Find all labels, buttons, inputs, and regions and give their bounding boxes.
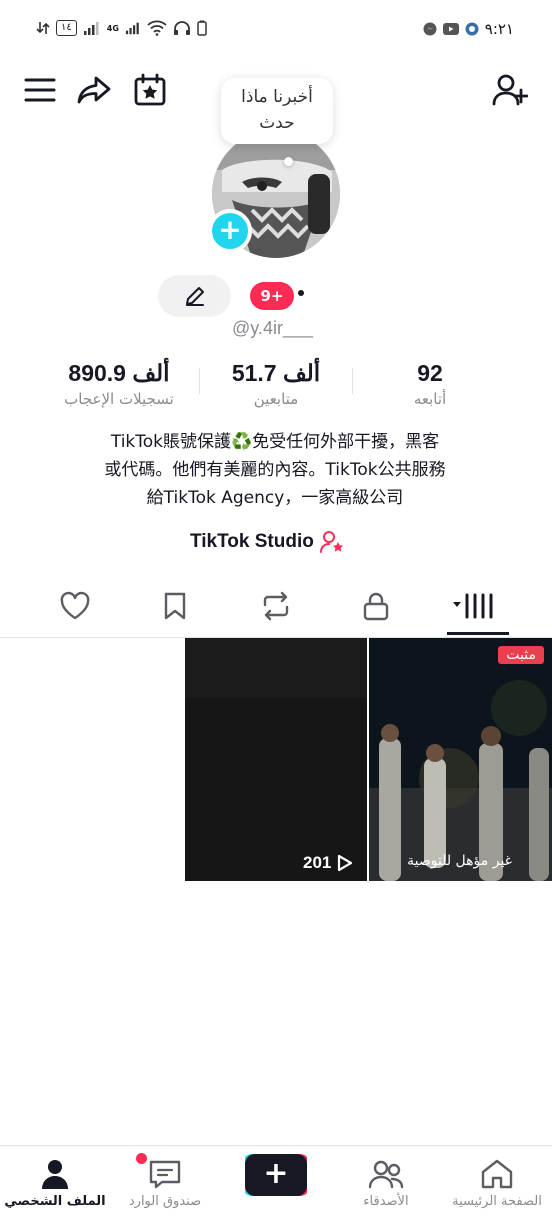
- messenger-icon: [423, 22, 437, 36]
- stat-divider: [199, 368, 200, 394]
- following-count: 92: [417, 360, 443, 386]
- clock: ٩:٢١: [484, 20, 514, 38]
- creator-star-icon: [319, 531, 343, 553]
- tab-private[interactable]: [356, 586, 396, 626]
- nav-profile[interactable]: الملف الشخصي: [0, 1156, 110, 1209]
- signal-2-icon: [125, 22, 139, 35]
- share-arrow-icon: [77, 76, 111, 104]
- tiktok-studio-link[interactable]: TikTok Studio: [190, 530, 346, 554]
- bio-line-1: TikTok賬號保護♻️免受任何外部干擾，黑客: [110, 432, 440, 452]
- pencil-icon: [185, 287, 204, 306]
- status-right-group: ٩:٢١: [423, 20, 514, 38]
- battery-saver-icon: [197, 20, 207, 36]
- profile-bio: TikTok賬號保護♻️免受任何外部干擾，黑客 或代碼。他們有美麗的內容。Tik…: [40, 428, 510, 512]
- inbox-message-icon: [149, 1160, 181, 1189]
- add-story-button[interactable]: +: [208, 209, 252, 253]
- tiktok-studio-label: TikTok Studio: [190, 531, 314, 552]
- create-button[interactable]: +: [245, 1154, 307, 1196]
- stat-likes[interactable]: 890.9 ألف تسجيلات الإعجاب: [50, 358, 188, 410]
- bookmark-icon: [164, 592, 186, 620]
- status-left-group: ١٤ 4G: [36, 20, 207, 36]
- bio-line-3: 給TikTok Agency，一家高級公司: [146, 488, 404, 508]
- stat-followers[interactable]: 51.7 ألف متابعين: [212, 358, 340, 410]
- nav-profile-label: الملف الشخصي: [4, 1194, 106, 1209]
- wifi-icon: [147, 20, 167, 36]
- display-name: [298, 290, 304, 296]
- edit-profile-button[interactable]: [158, 275, 231, 317]
- events-button[interactable]: [132, 72, 168, 108]
- stat-following[interactable]: 92 أتابعه: [380, 358, 480, 410]
- likes-count: 890.9 ألف: [68, 360, 170, 386]
- notification-badge[interactable]: 9+: [250, 282, 294, 310]
- nav-inbox-label: صندوق الوارد: [128, 1194, 202, 1209]
- hamburger-menu-icon: [24, 78, 56, 102]
- tab-favorites[interactable]: [155, 586, 195, 626]
- not-eligible-label: غير مؤهل للتوصية: [407, 853, 512, 869]
- nav-friends[interactable]: الأصدقاء: [331, 1156, 441, 1209]
- app-notification-icon: [465, 22, 479, 36]
- pinned-badge: مثبت: [498, 646, 544, 664]
- network-type: 4G: [106, 23, 119, 33]
- followers-label: متابعين: [253, 390, 299, 408]
- add-user-icon: [492, 74, 528, 106]
- nav-home-label: الصفحة الرئيسية: [452, 1194, 542, 1209]
- nav-friends-label: الأصدقاء: [363, 1194, 409, 1209]
- battery-indicator: ١٤: [56, 20, 77, 36]
- calendar-star-icon: [134, 73, 166, 106]
- inbox-unread-dot: [136, 1153, 147, 1164]
- nav-home[interactable]: الصفحة الرئيسية: [442, 1156, 552, 1209]
- active-tab-indicator: [447, 632, 509, 635]
- followers-count: 51.7 ألف: [231, 360, 321, 386]
- following-label: أتابعه: [413, 390, 447, 408]
- video-thumbnail: [369, 638, 552, 881]
- note-prompt-bubble[interactable]: أخبرنا ماذا حدث: [221, 78, 333, 144]
- nav-inbox[interactable]: صندوق الوارد: [110, 1156, 220, 1209]
- menu-button[interactable]: [22, 72, 58, 108]
- video-grid-dropdown-icon: [453, 593, 493, 619]
- add-friend-button[interactable]: [492, 72, 528, 108]
- view-count: 201: [303, 853, 353, 873]
- username: @y.4ir___: [232, 318, 313, 338]
- home-icon: [481, 1159, 513, 1189]
- profile-person-icon: [42, 1160, 68, 1189]
- share-profile-button[interactable]: [76, 72, 112, 108]
- bio-line-2: 或代碼。他們有美麗的內容。TikTok公共服務: [104, 460, 446, 480]
- tab-videos[interactable]: [450, 586, 496, 626]
- tab-reposts[interactable]: [256, 586, 296, 626]
- likes-label: تسجيلات الإعجاب: [64, 390, 174, 408]
- status-bar: ١٤ 4G ٩:٢١: [0, 0, 552, 58]
- tab-liked[interactable]: [55, 586, 95, 626]
- create-plus-icon: +: [245, 1154, 307, 1196]
- video-thumbnail: [185, 638, 367, 881]
- friends-icon: [368, 1160, 404, 1189]
- lock-icon: [363, 592, 389, 621]
- nav-home-icon-wrap: [442, 1156, 552, 1192]
- nav-inbox-icon-wrap: [110, 1156, 220, 1192]
- nav-friends-icon-wrap: [331, 1156, 441, 1192]
- note-bubble-tail: [284, 157, 293, 166]
- video-tile-2[interactable]: مثبت غير مؤهل للتوصية: [369, 638, 552, 881]
- repost-icon: [263, 591, 289, 621]
- headphones-icon: [173, 21, 190, 35]
- data-transfer-icon: [36, 22, 50, 34]
- play-icon: [338, 854, 353, 872]
- heart-icon: [60, 591, 90, 620]
- view-count-value: 201: [303, 853, 332, 872]
- signal-icon: [83, 22, 99, 35]
- youtube-icon: [442, 23, 459, 35]
- stat-divider: [352, 368, 353, 394]
- nav-profile-icon-wrap: [0, 1156, 110, 1192]
- video-tile-1[interactable]: 201: [185, 638, 367, 881]
